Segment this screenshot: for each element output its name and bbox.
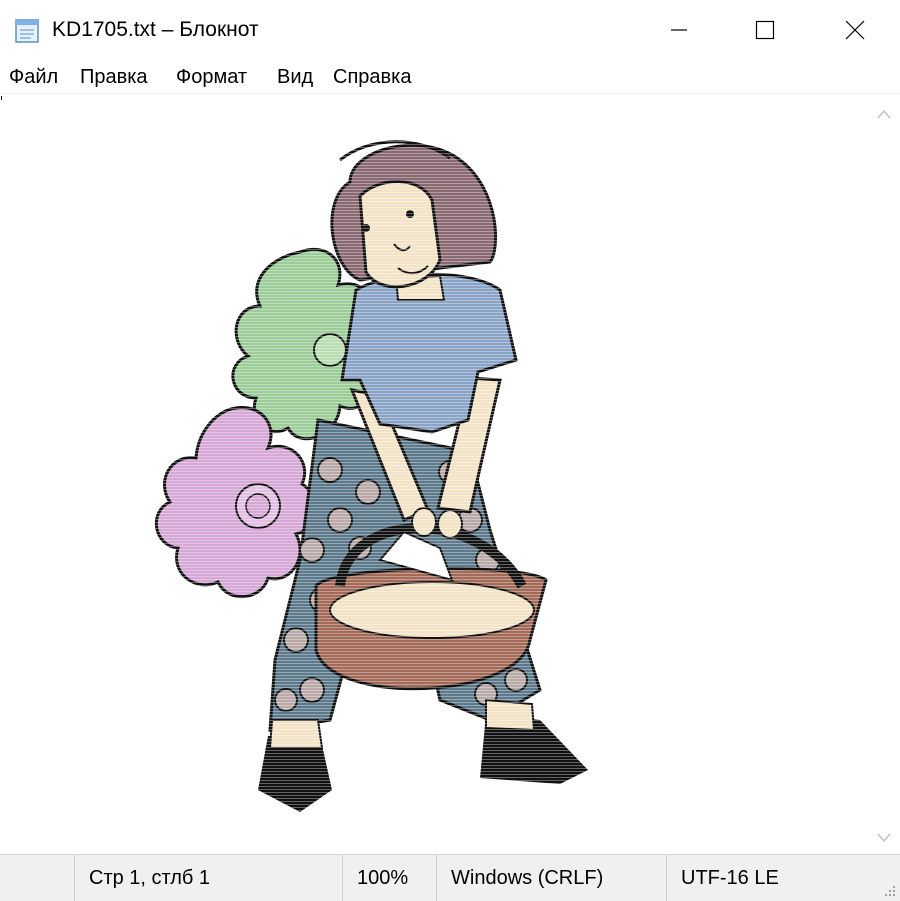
maximize-button[interactable] [720, 0, 810, 60]
menu-format[interactable]: Формат [176, 64, 247, 90]
girl-with-basket-illustration [0, 94, 868, 854]
resize-grip-icon[interactable] [882, 883, 896, 897]
close-button[interactable] [810, 0, 900, 60]
minimize-icon [671, 29, 687, 31]
text-caret [1, 96, 2, 100]
status-line-endings: Windows (CRLF) [436, 855, 666, 901]
text-editor-area[interactable] [0, 94, 868, 854]
menu-file[interactable]: Файл [9, 64, 58, 90]
menu-bar: Файл Правка Формат Вид Справка [0, 60, 900, 94]
status-zoom: 100% [342, 855, 436, 901]
menu-help[interactable]: Справка [333, 64, 411, 90]
menu-edit[interactable]: Правка [80, 64, 148, 90]
status-bar: Стр 1, стлб 1 100% Windows (CRLF) UTF-16… [0, 854, 900, 901]
status-encoding: UTF-16 LE [666, 855, 866, 901]
menu-view[interactable]: Вид [277, 64, 313, 90]
scroll-down-button[interactable] [868, 822, 900, 854]
close-icon [845, 20, 865, 40]
maximize-icon [755, 20, 775, 40]
window-title: KD1705.txt – Блокнот [52, 18, 259, 41]
title-bar[interactable]: KD1705.txt – Блокнот [0, 0, 900, 60]
notepad-icon [13, 16, 43, 44]
minimize-button[interactable] [634, 0, 724, 60]
chevron-up-icon [877, 109, 891, 119]
scroll-up-button[interactable] [868, 98, 900, 130]
status-cursor-position: Стр 1, стлб 1 [74, 855, 342, 901]
chevron-down-icon [877, 833, 891, 843]
vertical-scrollbar[interactable] [868, 94, 900, 854]
